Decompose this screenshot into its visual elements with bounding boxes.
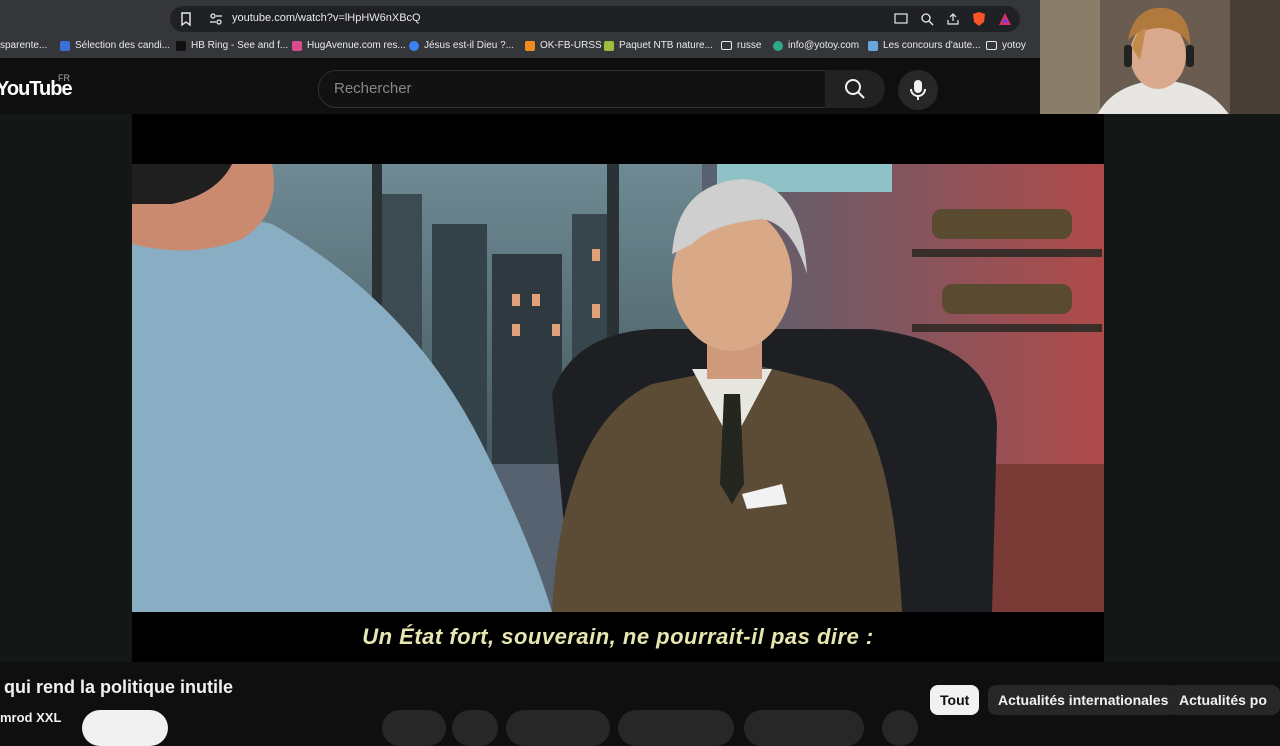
url-text[interactable]: youtube.com/watch?v=lHpHW6nXBcQ <box>232 12 421 24</box>
youtube-header: YouTube FR Rechercher <box>0 58 1040 114</box>
brave-rewards-icon[interactable] <box>996 10 1014 28</box>
bookmark-item[interactable]: Les concours d'aute... <box>868 40 981 51</box>
chip-politics-news[interactable]: Actualités po <box>1169 685 1280 715</box>
cast-icon[interactable] <box>892 10 910 28</box>
more-actions-button[interactable] <box>882 710 918 746</box>
voice-search-button[interactable] <box>898 70 938 110</box>
bookmark-item[interactable]: HB Ring - See and f... <box>176 40 288 51</box>
search-icon <box>845 79 865 99</box>
search-button[interactable] <box>825 70 885 108</box>
bookmark-favicon-icon <box>525 40 535 51</box>
video-frame[interactable] <box>132 164 1104 612</box>
bookmark-favicon-icon <box>60 40 70 51</box>
folder-icon <box>721 41 732 50</box>
bookmark-favicon-icon <box>773 40 783 51</box>
bookmarks-bar: sparente... Sélection des candi... HB Ri… <box>0 34 1040 59</box>
brave-shield-icon[interactable] <box>970 10 988 28</box>
save-button[interactable] <box>618 710 734 746</box>
video-subtitle: Un État fort, souverain, ne pourrait-il … <box>362 624 874 649</box>
folder-icon <box>986 41 997 50</box>
subscribe-button[interactable] <box>82 710 168 746</box>
like-button[interactable] <box>382 710 446 746</box>
bookmark-item[interactable]: info@yotoy.com <box>773 40 859 51</box>
share-icon[interactable] <box>944 10 962 28</box>
bookmark-favicon-icon <box>292 40 302 51</box>
bookmark-item[interactable]: yotoy <box>986 40 1026 51</box>
dislike-button[interactable] <box>452 710 498 746</box>
bookmark-favicon-icon <box>176 40 186 51</box>
bookmark-item[interactable]: russe <box>721 40 761 51</box>
bookmark-item[interactable]: OK-FB-URSS <box>525 40 602 51</box>
bookmark-item[interactable]: Sélection des candi... <box>60 40 170 51</box>
bookmark-favicon-icon <box>409 40 419 51</box>
share-button[interactable] <box>506 710 610 746</box>
site-settings-icon[interactable] <box>208 11 224 27</box>
video-thumbnail-illustration <box>132 164 1104 612</box>
bookmark-item[interactable]: Jésus est-il Dieu ?... <box>409 40 514 51</box>
chip-world-news[interactable]: Actualités internationales <box>988 685 1179 715</box>
microphone-icon <box>910 80 926 100</box>
search-placeholder: Rechercher <box>334 80 412 97</box>
bookmark-favicon-icon <box>868 40 878 51</box>
channel-name[interactable]: mrod XXL <box>0 710 61 725</box>
chip-all[interactable]: Tout <box>930 685 980 715</box>
bookmark-item[interactable]: Paquet NTB nature... <box>604 40 713 51</box>
video-title: qui rend la politique inutile <box>4 677 233 697</box>
bookmark-favicon-icon <box>604 40 614 51</box>
browser-toolbar: youtube.com/watch?v=lHpHW6nXBcQ <box>0 0 1040 34</box>
bookmark-icon[interactable] <box>178 11 194 27</box>
video-player[interactable]: Un État fort, souverain, ne pourrait-il … <box>132 114 1104 662</box>
download-button[interactable] <box>744 710 864 746</box>
bookmark-item[interactable]: HugAvenue.com res... <box>292 40 406 51</box>
address-bar[interactable]: youtube.com/watch?v=lHpHW6nXBcQ <box>170 6 1020 32</box>
zoom-icon[interactable] <box>918 10 936 28</box>
search-input[interactable]: Rechercher <box>318 70 826 108</box>
region-code: FR <box>58 73 70 83</box>
bookmark-item[interactable]: sparente... <box>0 40 47 51</box>
